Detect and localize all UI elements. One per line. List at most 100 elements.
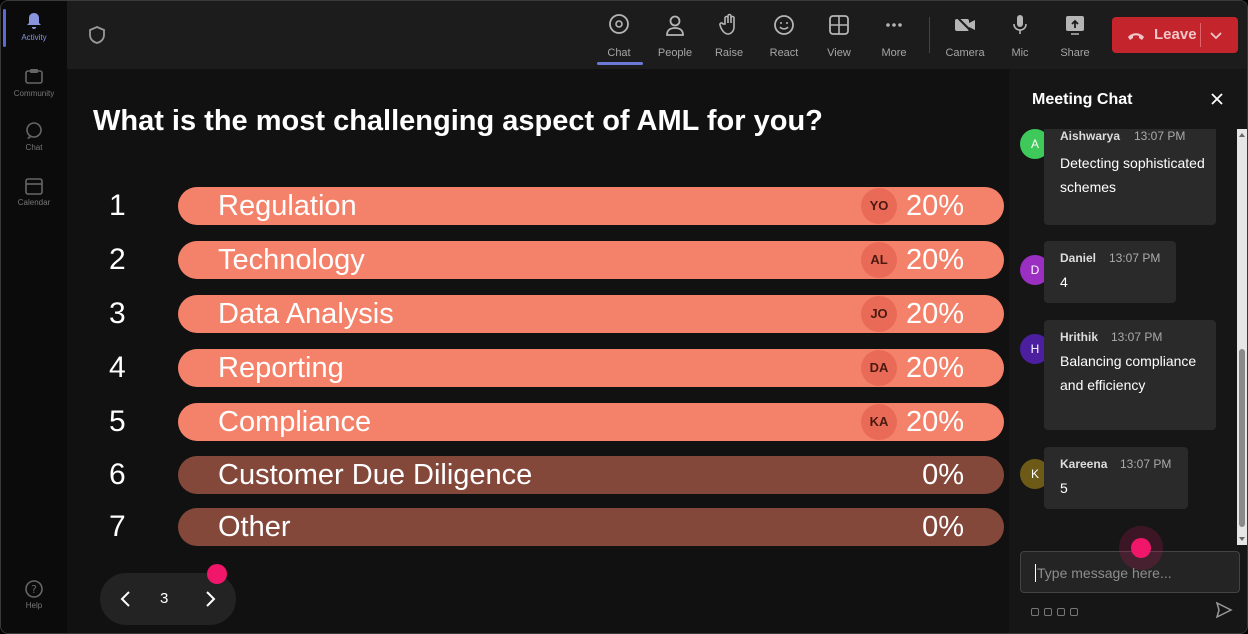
voter-avatar: DA: [861, 350, 897, 386]
chat-button-label: Chat: [607, 47, 631, 59]
poll-results-panel: What is the most challenging aspect of A…: [67, 69, 1009, 633]
chat-message: H Hrithik 13:07 PM Balancing compliance …: [1009, 320, 1237, 432]
chat-scrollbar[interactable]: [1237, 129, 1247, 545]
poll-question: What is the most challenging aspect of A…: [93, 105, 823, 137]
option-percent: 20%: [905, 406, 964, 438]
hand-icon: [719, 13, 735, 35]
option-label: Data Analysis: [218, 298, 394, 330]
mic-button[interactable]: Mic: [992, 13, 1048, 63]
message-time: 13:07 PM: [1111, 330, 1163, 344]
gif-icon[interactable]: [1070, 608, 1078, 616]
share-button-label: Share: [1060, 47, 1090, 59]
view-button[interactable]: View: [811, 13, 867, 63]
calendar-icon: [25, 178, 43, 195]
scroll-up-icon[interactable]: [1238, 131, 1246, 139]
chevron-left-icon[interactable]: [116, 589, 136, 609]
sender-name: Daniel: [1060, 251, 1097, 265]
rail-item-chat[interactable]: Chat: [1, 121, 67, 171]
option-bar: Compliance KA 20%: [178, 403, 1004, 441]
option-bar: Technology AL 20%: [178, 241, 1004, 279]
camera-button[interactable]: Camera: [937, 13, 993, 63]
chat-button[interactable]: Chat: [591, 13, 647, 63]
leave-button[interactable]: Leave: [1112, 17, 1238, 53]
mic-icon: [1013, 15, 1027, 34]
rail-item-calendar[interactable]: Calendar: [1, 176, 67, 226]
rail-label-chat: Chat: [25, 143, 43, 152]
poll-option-row: 3 Data Analysis JO 20%: [67, 295, 1009, 333]
send-icon[interactable]: [1215, 601, 1233, 619]
option-bar: Regulation YO 20%: [178, 187, 1004, 225]
rail-item-help[interactable]: ? Help: [1, 579, 67, 629]
option-label: Compliance: [218, 406, 372, 438]
chat-message-input[interactable]: Type message here...: [1020, 551, 1240, 593]
chat-message: D Daniel 13:07 PM 4: [1009, 241, 1237, 305]
option-number: 2: [109, 243, 126, 276]
meeting-toolbar: Chat People Raise React View More Camera: [67, 1, 1247, 69]
option-label: Regulation: [218, 190, 357, 222]
chat-message: A Aishwarya 13:07 PM Detecting sophistic…: [1009, 129, 1237, 227]
message-text: Balancing compliance and efficiency: [1060, 353, 1197, 393]
meeting-chat-panel: Meeting Chat A Aishwarya 13:07 PM Detect…: [1009, 69, 1247, 633]
pointer-dot: [207, 564, 227, 584]
message-bubble: Daniel 13:07 PM 4: [1044, 241, 1176, 303]
share-screen-icon: [1066, 16, 1084, 35]
option-percent: 20%: [905, 190, 964, 222]
scroll-down-icon[interactable]: [1238, 535, 1246, 543]
poll-option-row: 2 Technology AL 20%: [67, 241, 1009, 279]
option-label: Customer Due Diligence: [218, 459, 533, 491]
rail-item-community[interactable]: Community: [1, 67, 67, 117]
option-number: 6: [109, 458, 126, 491]
shield-icon[interactable]: [87, 25, 107, 45]
help-icon: ?: [25, 580, 43, 598]
poll-option-row: 5 Compliance KA 20%: [67, 403, 1009, 441]
chat-message-list[interactable]: A Aishwarya 13:07 PM Detecting sophistic…: [1009, 129, 1247, 545]
view-button-label: View: [827, 47, 851, 59]
option-number: 3: [109, 297, 126, 330]
people-button[interactable]: People: [647, 13, 703, 63]
more-button-label: More: [881, 47, 907, 59]
rail-item-activity[interactable]: Activity: [1, 11, 67, 61]
emoji-icon[interactable]: [1057, 608, 1065, 616]
rail-label-activity: Activity: [21, 33, 47, 42]
option-number: 1: [109, 189, 126, 222]
option-percent: 20%: [905, 352, 964, 384]
sender-name: Hrithik: [1060, 330, 1099, 344]
message-time: 13:07 PM: [1120, 457, 1172, 471]
left-rail: Activity Community Chat Calendar ? Help: [1, 1, 67, 633]
raise-button-label: Raise: [714, 47, 744, 59]
chat-bubble-icon: [26, 122, 42, 139]
leave-divider: [1200, 23, 1201, 47]
option-bar: Data Analysis JO 20%: [178, 295, 1004, 333]
more-button[interactable]: More: [866, 13, 922, 63]
option-number: 4: [109, 351, 126, 384]
chat-title: Meeting Chat: [1032, 91, 1133, 108]
mic-button-label: Mic: [1011, 47, 1029, 59]
chevron-right-icon[interactable]: [200, 589, 220, 609]
meeting-window: Activity Community Chat Calendar ? Help …: [0, 0, 1248, 634]
option-label: Other: [218, 511, 291, 543]
react-button[interactable]: React: [756, 13, 812, 63]
sender-name: Aishwarya: [1060, 129, 1121, 143]
close-icon[interactable]: [1209, 91, 1225, 107]
text-caret: [1035, 564, 1036, 582]
poll-option-row: 7 Other 0%: [67, 508, 1009, 546]
message-text: Detecting sophisticated schemes: [1060, 155, 1205, 195]
raise-hand-button[interactable]: Raise: [701, 13, 757, 63]
option-label: Technology: [218, 244, 365, 276]
page-number: 3: [160, 590, 169, 607]
camera-off-icon: [955, 15, 975, 35]
option-bar: Reporting DA 20%: [178, 349, 1004, 387]
poll-option-row: 1 Regulation YO 20%: [67, 187, 1009, 225]
attach-icon[interactable]: [1044, 608, 1052, 616]
chevron-down-icon[interactable]: [1208, 27, 1224, 43]
camera-button-label: Camera: [945, 47, 985, 59]
voter-avatar: JO: [861, 296, 897, 332]
scrollbar-thumb[interactable]: [1239, 349, 1245, 527]
svg-text:?: ?: [31, 583, 37, 596]
share-button[interactable]: Share: [1047, 13, 1103, 63]
voter-avatar: KA: [861, 404, 897, 440]
poll-option-row: 6 Customer Due Diligence 0%: [67, 456, 1009, 494]
format-icon[interactable]: [1031, 608, 1039, 616]
toolbar-divider: [929, 17, 930, 53]
community-icon: [25, 69, 43, 84]
